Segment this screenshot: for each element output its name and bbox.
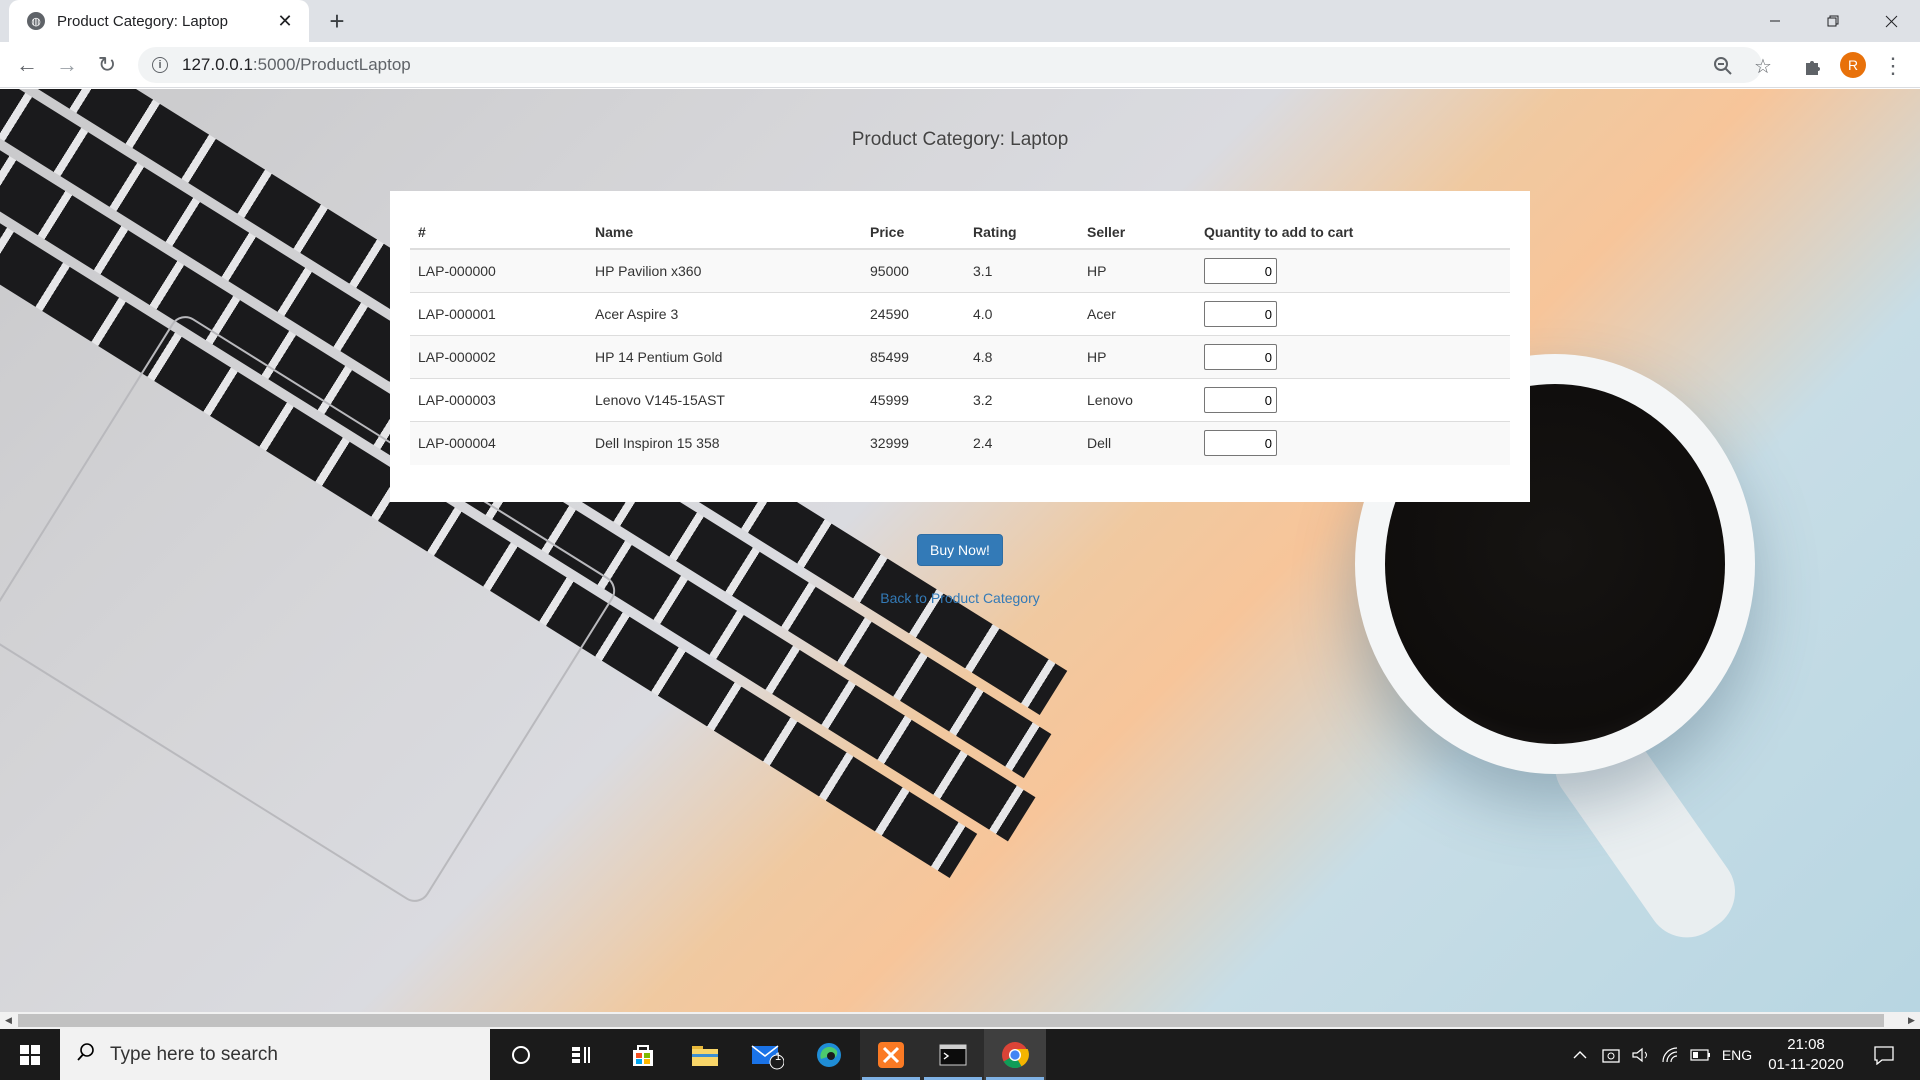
mail-icon[interactable]: 1 xyxy=(736,1029,798,1080)
column-header-id: # xyxy=(410,211,587,250)
xampp-icon[interactable] xyxy=(860,1029,922,1080)
globe-icon: ◍ xyxy=(27,12,45,30)
product-seller: HP xyxy=(1079,248,1196,293)
bookmark-star-icon[interactable]: ☆ xyxy=(1750,53,1776,79)
product-id: LAP-000003 xyxy=(410,378,587,422)
scrollbar-thumb[interactable] xyxy=(18,1014,1884,1027)
product-name: Lenovo V145-15AST xyxy=(587,378,862,422)
scroll-right-icon[interactable]: ▶ xyxy=(1903,1012,1920,1029)
store-icon[interactable] xyxy=(612,1029,674,1080)
product-id: LAP-000000 xyxy=(410,248,587,293)
extensions-puzzle-icon[interactable] xyxy=(1800,53,1826,79)
cortana-icon[interactable] xyxy=(490,1029,552,1080)
column-header-rating: Rating xyxy=(965,211,1079,250)
task-view-icon[interactable] xyxy=(550,1029,612,1080)
mail-badge: 1 xyxy=(775,1051,782,1063)
new-tab-button[interactable]: + xyxy=(322,6,352,36)
product-id: LAP-000004 xyxy=(410,421,587,465)
address-bar[interactable]: i 127.0.0.1:5000/ProductLaptop xyxy=(138,47,1762,83)
column-header-quantity: Quantity to add to cart xyxy=(1196,211,1510,250)
back-arrow-icon[interactable]: ← xyxy=(12,50,42,80)
show-hidden-icons-chevron-icon[interactable] xyxy=(1568,1029,1592,1080)
product-name: Dell Inspiron 15 358 xyxy=(587,421,862,465)
product-name: HP 14 Pentium Gold xyxy=(587,335,862,379)
onedrive-sync-icon[interactable] xyxy=(1598,1029,1624,1080)
zoom-icon[interactable] xyxy=(1710,53,1736,79)
product-rating: 3.1 xyxy=(965,248,1079,293)
quantity-input[interactable] xyxy=(1204,430,1277,457)
product-table: # Name Price Rating Seller Quantity to a… xyxy=(410,211,1510,465)
clock-date: 01-11-2020 xyxy=(1768,1056,1844,1073)
forward-arrow-icon[interactable]: → xyxy=(52,50,82,80)
file-explorer-icon[interactable] xyxy=(674,1029,736,1080)
search-placeholder: Type here to search xyxy=(110,1043,278,1065)
clock-time: 21:08 xyxy=(1787,1036,1825,1053)
language-indicator[interactable]: ENG xyxy=(1718,1029,1756,1080)
table-row: LAP-000004 Dell Inspiron 15 358 32999 2.… xyxy=(410,421,1510,465)
taskbar-clock[interactable]: 21:08 01-11-2020 xyxy=(1758,1035,1854,1075)
url-text: 127.0.0.1:5000/ProductLaptop xyxy=(182,55,411,74)
quantity-input[interactable] xyxy=(1204,387,1277,413)
table-row: LAP-000000 HP Pavilion x360 95000 3.1 HP xyxy=(410,248,1510,293)
horizontal-scrollbar[interactable]: ◀ ▶ xyxy=(0,1012,1920,1029)
menu-kebab-icon[interactable]: ⋮ xyxy=(1880,53,1906,79)
product-id: LAP-000002 xyxy=(410,335,587,379)
product-name: HP Pavilion x360 xyxy=(587,248,862,293)
product-price: 45999 xyxy=(862,378,965,422)
notification-center-icon[interactable] xyxy=(1866,1029,1902,1080)
table-row: LAP-000002 HP 14 Pentium Gold 85499 4.8 … xyxy=(410,335,1510,379)
terminal-icon[interactable] xyxy=(922,1029,984,1080)
speaker-volume-icon[interactable] xyxy=(1628,1029,1654,1080)
scroll-left-icon[interactable]: ◀ xyxy=(0,1012,17,1029)
close-window-icon[interactable] xyxy=(1868,0,1914,42)
product-price: 24590 xyxy=(862,292,965,336)
start-button[interactable] xyxy=(0,1029,60,1080)
column-header-name: Name xyxy=(587,211,862,250)
product-seller: HP xyxy=(1079,335,1196,379)
product-seller: Acer xyxy=(1079,292,1196,336)
tab-title: Product Category: Laptop xyxy=(57,12,228,30)
close-tab-icon[interactable]: ✕ xyxy=(275,11,295,32)
site-info-icon[interactable]: i xyxy=(152,57,168,73)
quantity-input[interactable] xyxy=(1204,301,1277,327)
product-id: LAP-000001 xyxy=(410,292,587,336)
taskbar-search-box[interactable]: Type here to search xyxy=(60,1029,490,1080)
column-header-price: Price xyxy=(862,211,965,250)
product-rating: 4.8 xyxy=(965,335,1079,379)
column-header-seller: Seller xyxy=(1079,211,1196,250)
product-seller: Dell xyxy=(1079,421,1196,465)
browser-toolbar: ← → ↻ i 127.0.0.1:5000/ProductLaptop ☆ ⋮ xyxy=(0,42,1920,88)
table-row: LAP-000001 Acer Aspire 3 24590 4.0 Acer xyxy=(410,292,1510,336)
restore-icon[interactable] xyxy=(1810,0,1856,42)
chrome-icon[interactable] xyxy=(984,1029,1046,1080)
product-name: Acer Aspire 3 xyxy=(587,292,862,336)
product-price: 32999 xyxy=(862,421,965,465)
product-seller: Lenovo xyxy=(1079,378,1196,422)
product-rating: 3.2 xyxy=(965,378,1079,422)
product-price: 95000 xyxy=(862,248,965,293)
page-title: Product Category: Laptop xyxy=(851,129,1069,150)
buy-now-button[interactable]: Buy Now! xyxy=(917,534,1003,566)
back-to-category-link[interactable]: Back to Product Category xyxy=(0,590,1920,606)
reload-icon[interactable]: ↻ xyxy=(92,50,122,80)
browser-tab[interactable]: ◍ Product Category: Laptop ✕ xyxy=(9,0,309,42)
battery-icon[interactable] xyxy=(1688,1029,1714,1080)
profile-avatar[interactable]: R xyxy=(1840,52,1866,78)
quantity-input[interactable] xyxy=(1204,258,1277,284)
quantity-input[interactable] xyxy=(1204,344,1277,370)
edge-browser-icon[interactable] xyxy=(798,1029,860,1080)
product-rating: 4.0 xyxy=(965,292,1079,336)
page-viewport: Product Category: Laptop # Name Price Ra… xyxy=(0,89,1920,1012)
minimize-icon[interactable] xyxy=(1752,0,1798,42)
windows-logo-icon xyxy=(20,1044,40,1065)
product-price: 85499 xyxy=(862,335,965,379)
windows-taskbar: Type here to search 1 ENG 21:08 01-11-20… xyxy=(0,1029,1920,1080)
browser-tab-strip: ◍ Product Category: Laptop ✕ + xyxy=(0,0,1920,42)
table-row: LAP-000003 Lenovo V145-15AST 45999 3.2 L… xyxy=(410,378,1510,422)
product-rating: 2.4 xyxy=(965,421,1079,465)
wifi-network-icon[interactable] xyxy=(1658,1029,1684,1080)
product-table-card: # Name Price Rating Seller Quantity to a… xyxy=(390,191,1530,502)
table-header-row: # Name Price Rating Seller Quantity to a… xyxy=(410,211,1510,250)
search-icon xyxy=(76,1042,96,1068)
